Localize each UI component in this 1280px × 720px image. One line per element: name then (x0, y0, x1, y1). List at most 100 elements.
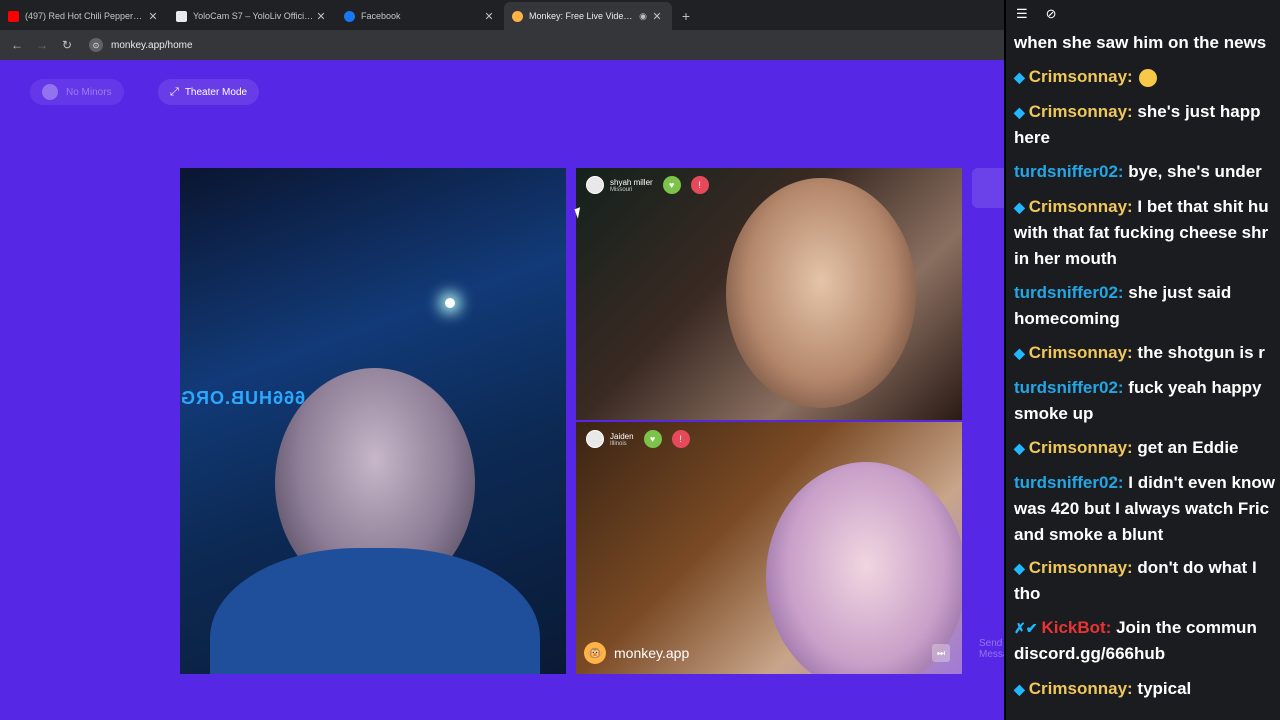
badge-icon: ◆ (1014, 345, 1025, 361)
badge-icon: ✗✔ (1014, 620, 1038, 636)
tab-facebook[interactable]: Facebook ✕ (336, 2, 504, 30)
chat-username: Crimsonnay: (1028, 438, 1133, 457)
tab-title: Monkey: Free Live Video Ch (529, 11, 636, 21)
menu-icon[interactable]: ☰ (1016, 6, 1028, 22)
chat-message: turdsniffer02: bye, she's under (1014, 159, 1280, 185)
badge-icon: ◆ (1014, 681, 1025, 697)
recording-icon: ◉ (639, 10, 647, 21)
avatar (586, 176, 604, 194)
chat-toolbar: ☰ ⊘ (1016, 6, 1057, 22)
peer-video-bottom: Jaiden Illinois ♥ ! 🐵 monkey.app ⏭ (576, 422, 962, 674)
stream-chat-overlay: ☰ ⊘ when she saw him on the news ◆ Crimson… (1004, 0, 1280, 720)
hide-chat-icon[interactable]: ⊘ (1046, 6, 1057, 22)
chat-message: ◆ Crimsonnay: typical (1014, 676, 1280, 702)
back-icon[interactable]: ← (6, 38, 28, 52)
reload-icon[interactable]: ↻ (56, 38, 78, 52)
address-bar-row: ← → ↻ ⊙ monkey.app/home (0, 30, 1005, 60)
tab-title: (497) Red Hot Chili Peppers - C (25, 11, 146, 21)
person-face (726, 178, 916, 408)
close-icon[interactable]: ✕ (650, 10, 664, 23)
close-icon[interactable]: ✕ (482, 10, 496, 23)
chat-username: turdsniffer02: (1014, 378, 1124, 397)
tab-title: YoloCam S7 – YoloLiv Official S (193, 11, 314, 21)
facebook-icon (344, 10, 355, 22)
toggle-knob (42, 84, 58, 100)
peer-name: Jaiden (610, 431, 634, 441)
close-icon[interactable]: ✕ (314, 10, 328, 23)
person-face (766, 462, 962, 674)
self-video: 666HUB.ORG (180, 168, 566, 674)
chat-text: the shotgun is r (1132, 343, 1265, 362)
tab-monkey[interactable]: Monkey: Free Live Video Ch ◉ ✕ (504, 2, 672, 30)
monkey-logo-icon: 🐵 (584, 642, 606, 664)
chat-text: get an Eddie (1132, 438, 1239, 457)
browser-tab-strip: (497) Red Hot Chili Peppers - C ✕ YoloCa… (0, 0, 1005, 30)
avatar (586, 430, 604, 448)
expand-icon: ⤢ (170, 85, 179, 98)
url-field[interactable]: ⊙ monkey.app/home (89, 35, 193, 55)
tab-yololiv[interactable]: YoloCam S7 – YoloLiv Official S ✕ (168, 2, 336, 30)
peer-location: Missouri (610, 186, 633, 193)
chat-message: ◆ Crimsonnay: get an Eddie (1014, 435, 1280, 461)
chat-text: bye, she's under (1123, 162, 1262, 181)
badge-icon: ◆ (1014, 69, 1025, 85)
chat-username: Crimsonnay: (1028, 679, 1133, 698)
chat-username: turdsniffer02: (1014, 283, 1124, 302)
chat-message: ◆ Crimsonnay: the shotgun is r (1014, 340, 1280, 366)
report-icon[interactable]: ! (671, 430, 690, 448)
badge-icon: ◆ (1014, 560, 1025, 576)
chat-username: Crimsonnay: (1028, 558, 1133, 577)
send-message-hint: Send Message (979, 638, 1005, 660)
monkey-watermark: 🐵 monkey.app (584, 642, 689, 664)
chat-text: typical (1132, 679, 1192, 698)
new-tab-button[interactable]: + (672, 2, 700, 30)
chat-message: ◆ Crimsonnay: I bet that shit hu with tha… (1014, 194, 1280, 272)
chat-username: KickBot: (1041, 618, 1112, 637)
chat-username: Crimsonnay: (1028, 197, 1133, 216)
chat-username: Crimsonnay: (1028, 67, 1133, 86)
peer-location: Illinois (610, 440, 627, 447)
heart-icon[interactable]: ♥ (643, 430, 662, 448)
chat-username: Crimsonnay: (1028, 102, 1133, 121)
close-icon[interactable]: ✕ (146, 10, 160, 23)
chat-message: ◆ Crimsonnay: don't do what I tho (1014, 555, 1280, 607)
side-panel-tab[interactable] (972, 168, 1005, 208)
chat-message: when she saw him on the news (1014, 30, 1280, 56)
tab-youtube[interactable]: (497) Red Hot Chili Peppers - C ✕ (0, 2, 168, 30)
yololiv-icon (176, 10, 187, 22)
heart-icon[interactable]: ♥ (662, 176, 681, 194)
skip-icon[interactable]: ⏭ (932, 644, 950, 662)
chat-message: ◆ Crimsonnay: (1014, 64, 1280, 90)
chat-username: Crimsonnay: (1028, 343, 1133, 362)
chat-message: turdsniffer02: I didn't even know was 42… (1014, 470, 1280, 548)
url-text: monkey.app/home (111, 39, 193, 51)
monkey-icon (512, 10, 523, 22)
neon-sign: 666HUB.ORG (180, 388, 306, 408)
theater-mode-label: Theater Mode (184, 86, 248, 98)
tab-title: Facebook (361, 11, 401, 21)
peer-video-top: shyah miller Missouri ♥ ! (576, 168, 962, 420)
chat-username: turdsniffer02: (1014, 473, 1124, 492)
person-shirt (210, 548, 540, 674)
chat-message: ✗✔ KickBot: Join the commun discord.gg/66… (1014, 615, 1280, 667)
site-info-icon[interactable]: ⊙ (89, 38, 103, 52)
chat-text: when she saw him on the news (1014, 33, 1267, 52)
badge-icon: ◆ (1014, 104, 1025, 120)
no-minors-toggle[interactable]: No Minors (30, 79, 124, 105)
star-light (445, 298, 455, 308)
badge-icon: ◆ (1014, 440, 1025, 456)
peer-badge: shyah miller Missouri ♥ ! (586, 176, 709, 194)
chat-message: turdsniffer02: she just said homecoming (1014, 280, 1280, 332)
forward-icon[interactable]: → (31, 38, 53, 52)
youtube-icon (8, 10, 19, 22)
monkey-page: No Minors ⤢ Theater Mode 666HUB.ORG shya… (0, 60, 1005, 720)
peer-badge: Jaiden Illinois ♥ ! (586, 430, 690, 448)
peer-name: shyah miller (610, 177, 653, 187)
brand-text: monkey.app (614, 645, 690, 661)
badge-icon: ◆ (1014, 199, 1025, 215)
emote-icon (1138, 68, 1157, 87)
report-icon[interactable]: ! (690, 176, 709, 194)
no-minors-label: No Minors (66, 86, 112, 98)
theater-mode-button[interactable]: ⤢ Theater Mode (158, 79, 260, 105)
chat-message: ◆ Crimsonnay: she's just happ here (1014, 99, 1280, 151)
